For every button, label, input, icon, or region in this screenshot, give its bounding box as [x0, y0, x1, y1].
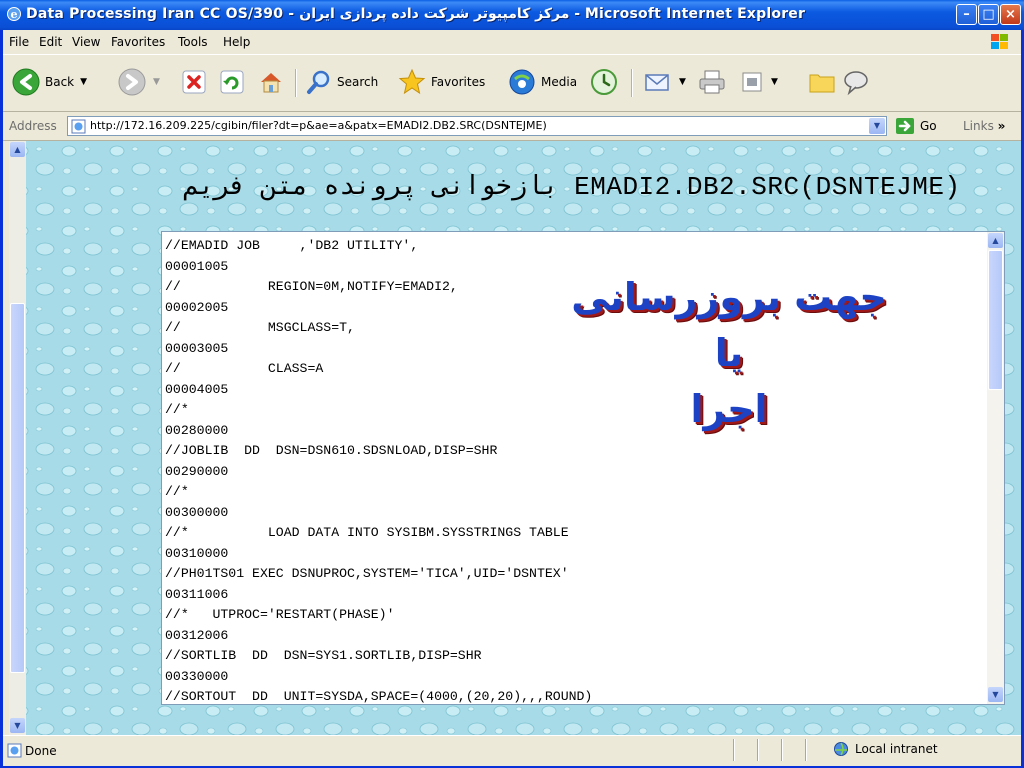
- home-button[interactable]: [257, 65, 285, 99]
- back-arrow-icon: [12, 68, 40, 96]
- scroll-up-icon[interactable]: ▲: [10, 142, 25, 157]
- menu-bar: File Edit View Favorites Tools Help: [3, 30, 1021, 55]
- code-scroll-down-icon[interactable]: ▼: [988, 687, 1003, 702]
- page-content: ▲ ▼ بازخوانی پرونده متن فریم EMADI2.DB2.…: [9, 141, 1021, 735]
- page-title: بازخوانی پرونده متن فریم EMADI2.DB2.SRC(…: [183, 172, 961, 202]
- menu-favorites[interactable]: Favorites: [111, 35, 165, 49]
- scroll-thumb[interactable]: [10, 303, 25, 673]
- links-toolbar[interactable]: Links »: [963, 119, 1005, 133]
- close-button[interactable]: ×: [1000, 4, 1021, 25]
- address-bar: Address http://172.16.209.225/cgibin/fil…: [3, 112, 1021, 141]
- security-zone: Local intranet: [833, 741, 938, 757]
- history-button[interactable]: [589, 65, 619, 99]
- title-bar[interactable]: e Data Processing Iran CC OS/390 - مرکز …: [0, 0, 1024, 30]
- address-url: http://172.16.209.225/cgibin/filer?dt=p&…: [90, 119, 547, 132]
- edit-page-icon: [742, 72, 762, 92]
- toolbar-separator: [631, 69, 633, 97]
- folder-icon: [809, 74, 835, 93]
- page-scrollbar[interactable]: ▲ ▼: [9, 141, 26, 735]
- window-title: Data Processing Iran CC OS/390 - مرکز کا…: [26, 6, 806, 22]
- search-button[interactable]: Search: [305, 65, 378, 99]
- done-page-icon: [7, 743, 22, 758]
- stop-button[interactable]: [181, 65, 207, 99]
- links-label: Links: [963, 119, 994, 133]
- status-bar: Done Local intranet: [3, 735, 1021, 766]
- home-icon: [261, 73, 281, 93]
- edit-button[interactable]: ▼: [739, 65, 778, 99]
- page-icon: [71, 119, 86, 134]
- zone-label: Local intranet: [855, 742, 938, 756]
- refresh-button[interactable]: [219, 65, 245, 99]
- favorites-button[interactable]: Favorites: [397, 65, 485, 99]
- edit-dropdown-icon[interactable]: ▼: [771, 77, 778, 87]
- status-pane: [805, 739, 807, 761]
- status-pane: [733, 739, 735, 761]
- mail-button[interactable]: ▼: [643, 65, 686, 99]
- menu-file[interactable]: File: [9, 35, 29, 49]
- forward-arrow-icon: [118, 68, 146, 96]
- back-label: Back: [45, 75, 75, 89]
- address-input[interactable]: http://172.16.209.225/cgibin/filer?dt=p&…: [67, 116, 887, 136]
- search-label: Search: [337, 75, 379, 89]
- menu-edit[interactable]: Edit: [39, 35, 62, 49]
- mail-dropdown-icon[interactable]: ▼: [679, 77, 686, 87]
- favorites-label: Favorites: [431, 75, 486, 89]
- refresh-icon: [220, 70, 244, 94]
- messenger-button[interactable]: [841, 65, 871, 99]
- annotation-line-2: اجرا: [690, 387, 768, 431]
- history-icon: [591, 69, 617, 95]
- minimize-button[interactable]: –: [956, 4, 977, 25]
- status-text: Done: [25, 744, 57, 758]
- forward-button[interactable]: ▼: [117, 65, 160, 99]
- menu-view[interactable]: View: [72, 35, 100, 49]
- local-intranet-icon: [834, 742, 848, 756]
- browser-window: e Data Processing Iran CC OS/390 - مرکز …: [0, 0, 1024, 768]
- code-scroll-up-icon[interactable]: ▲: [988, 233, 1003, 248]
- go-label: Go: [920, 119, 937, 133]
- annotation-line-1: جهت بروزرسانی یا: [571, 275, 887, 375]
- standard-toolbar: Back ▼ ▼ Search Favorites Media ▼ ▼: [3, 55, 1021, 112]
- code-scroll-thumb[interactable]: [988, 250, 1003, 390]
- windows-logo-icon: [991, 34, 1008, 49]
- media-icon: [509, 69, 535, 95]
- maximize-button[interactable]: □: [978, 4, 999, 25]
- print-icon: [699, 70, 725, 94]
- svg-text:e: e: [11, 8, 18, 21]
- status-pane: [757, 739, 759, 761]
- media-button[interactable]: Media: [507, 65, 577, 99]
- scroll-down-icon[interactable]: ▼: [10, 718, 25, 733]
- back-button[interactable]: Back ▼: [11, 65, 87, 99]
- update-or-run-annotation: جهت بروزرسانی یا اجرا: [569, 269, 889, 437]
- status-pane: [781, 739, 783, 761]
- address-dropdown-icon[interactable]: ▼: [869, 118, 885, 134]
- forward-dropdown-icon[interactable]: ▼: [153, 77, 160, 87]
- stop-icon: [182, 70, 206, 94]
- search-icon: [307, 70, 330, 94]
- media-label: Media: [541, 75, 578, 89]
- go-button[interactable]: Go: [895, 117, 937, 135]
- print-button[interactable]: [697, 65, 727, 99]
- toolbar-separator: [295, 69, 297, 97]
- address-label: Address: [9, 119, 57, 133]
- menu-tools[interactable]: Tools: [178, 35, 208, 49]
- internet-explorer-icon: e: [7, 7, 21, 21]
- mail-icon: [645, 74, 669, 91]
- back-dropdown-icon[interactable]: ▼: [80, 77, 87, 87]
- menu-help[interactable]: Help: [223, 35, 250, 49]
- messenger-icon: [844, 71, 868, 96]
- go-arrow-icon: [896, 118, 914, 134]
- folder-button[interactable]: [807, 65, 837, 99]
- favorites-star-icon: [398, 68, 426, 95]
- code-scrollbar[interactable]: ▲ ▼: [987, 232, 1004, 704]
